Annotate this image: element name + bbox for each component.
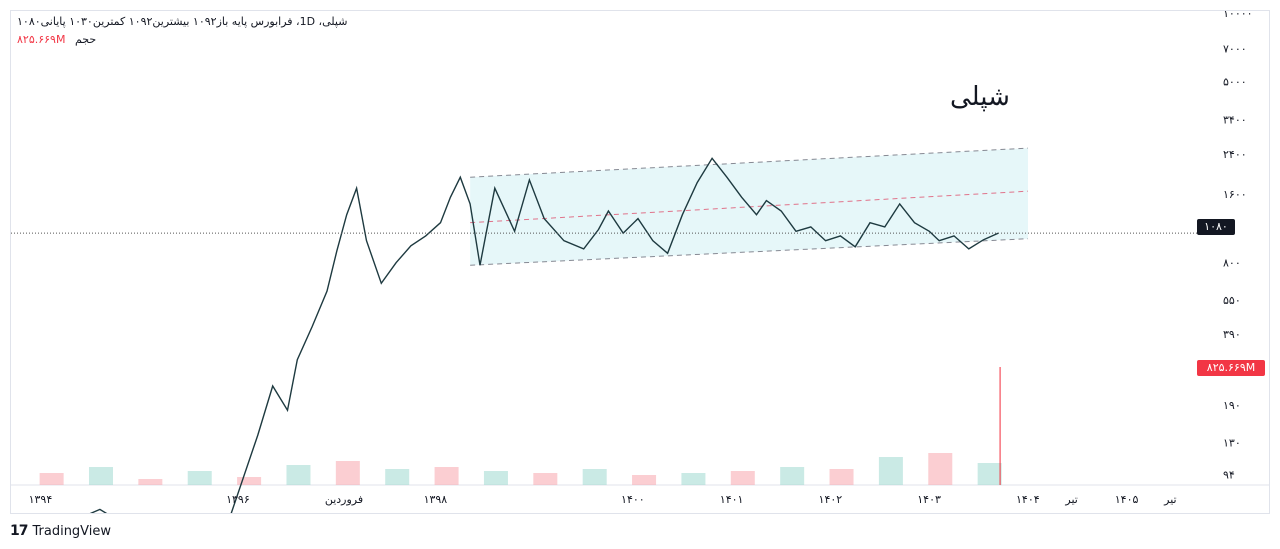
symbol-watermark: شپلی xyxy=(950,82,1010,112)
legend-title: شپلی، 1D، فرابورس پایه xyxy=(231,15,348,28)
legend-volume-label: حجم xyxy=(74,33,97,46)
y-tick-label: ۳۴۰۰ xyxy=(1223,114,1247,127)
x-tick-label: تیر xyxy=(1064,493,1077,506)
volume-bar xyxy=(434,467,459,485)
y-tick-label: ۵۵۰ xyxy=(1223,294,1241,307)
volume-bar xyxy=(582,469,607,485)
volume-bar xyxy=(632,475,657,485)
y-tick-label: ۲۴۰۰ xyxy=(1223,148,1247,161)
chart-frame[interactable]: ۱۰۰۰۰۷۰۰۰۵۰۰۰۳۴۰۰۲۴۰۰۱۶۰۰۸۰۰۵۵۰۳۹۰۲۷۰۱۹۰… xyxy=(10,10,1270,514)
y-tick-label: ۳۹۰ xyxy=(1223,328,1241,341)
y-tick-label: ۵۰۰۰ xyxy=(1223,76,1247,89)
legend-volume: ۸۲۵.۶۶۹M حجم xyxy=(17,33,96,46)
y-tick-label: ۱۹۰ xyxy=(1223,399,1241,412)
volume-bar xyxy=(533,473,558,485)
x-tick-label: ۱۴۰۴ xyxy=(1016,493,1040,506)
x-tick-label: ۱۴۰۵ xyxy=(1115,493,1139,506)
x-tick-label: ۱۳۹۸ xyxy=(424,493,448,506)
volume-bar xyxy=(730,471,755,485)
tradingview-logo-icon: 17 xyxy=(10,523,29,539)
last-volume-tag: ۸۲۵.۶۶۹M xyxy=(1197,360,1265,376)
volume-bar xyxy=(88,467,113,485)
last-price-tag: ۱۰۸۰ xyxy=(1197,219,1235,235)
volume-bar xyxy=(286,465,311,485)
x-tick-label: فروردین xyxy=(325,493,363,506)
volume-bar xyxy=(483,471,508,485)
tradingview-brand[interactable]: 17 TradingView xyxy=(10,523,111,539)
volume-bar xyxy=(681,473,706,485)
volume-bar xyxy=(977,463,1002,485)
y-tick-label: ۷۰۰۰ xyxy=(1223,42,1247,55)
x-tick-label: ۱۴۰۱ xyxy=(720,493,744,506)
volume-bar xyxy=(138,479,163,485)
volume-bar xyxy=(335,461,360,485)
y-tick-label: ۱۶۰۰ xyxy=(1223,188,1247,201)
volume-bar xyxy=(187,471,212,485)
y-tick-label: ۱۰۰۰۰ xyxy=(1223,11,1253,20)
x-tick-label: ۱۴۰۰ xyxy=(621,493,645,506)
volume-bar xyxy=(39,473,64,485)
volume-bar xyxy=(928,453,953,485)
volume-bar xyxy=(780,467,805,485)
brand-name: TradingView xyxy=(32,523,112,539)
volume-bar xyxy=(878,457,903,485)
x-tick-label: ۱۴۰۳ xyxy=(917,493,941,506)
chart-canvas[interactable]: ۱۰۰۰۰۷۰۰۰۵۰۰۰۳۴۰۰۲۴۰۰۱۶۰۰۸۰۰۵۵۰۳۹۰۲۷۰۱۹۰… xyxy=(11,11,1269,513)
x-tick-label: ۱۳۹۴ xyxy=(29,493,53,506)
y-tick-label: ۱۳۰ xyxy=(1223,436,1241,449)
volume-bar xyxy=(999,367,1001,485)
volume-bar xyxy=(385,469,410,485)
legend: شپلی، 1D، فرابورس پایه باز۱۰۹۲ بیشترین۱۰… xyxy=(17,15,347,28)
legend-volume-value: ۸۲۵.۶۶۹M xyxy=(17,33,66,46)
y-tick-label: ۹۴ xyxy=(1223,468,1235,481)
volume-bar xyxy=(829,469,854,485)
x-tick-label: ۱۳۹۶ xyxy=(226,493,250,506)
x-tick-label: تیر xyxy=(1163,493,1176,506)
legend-ohlc: باز۱۰۹۲ بیشترین۱۰۹۲ کمترین۱۰۳۰ پایانی۱۰۸… xyxy=(17,15,229,28)
x-tick-label: ۱۴۰۲ xyxy=(819,493,843,506)
y-tick-label: ۸۰۰ xyxy=(1223,257,1241,270)
